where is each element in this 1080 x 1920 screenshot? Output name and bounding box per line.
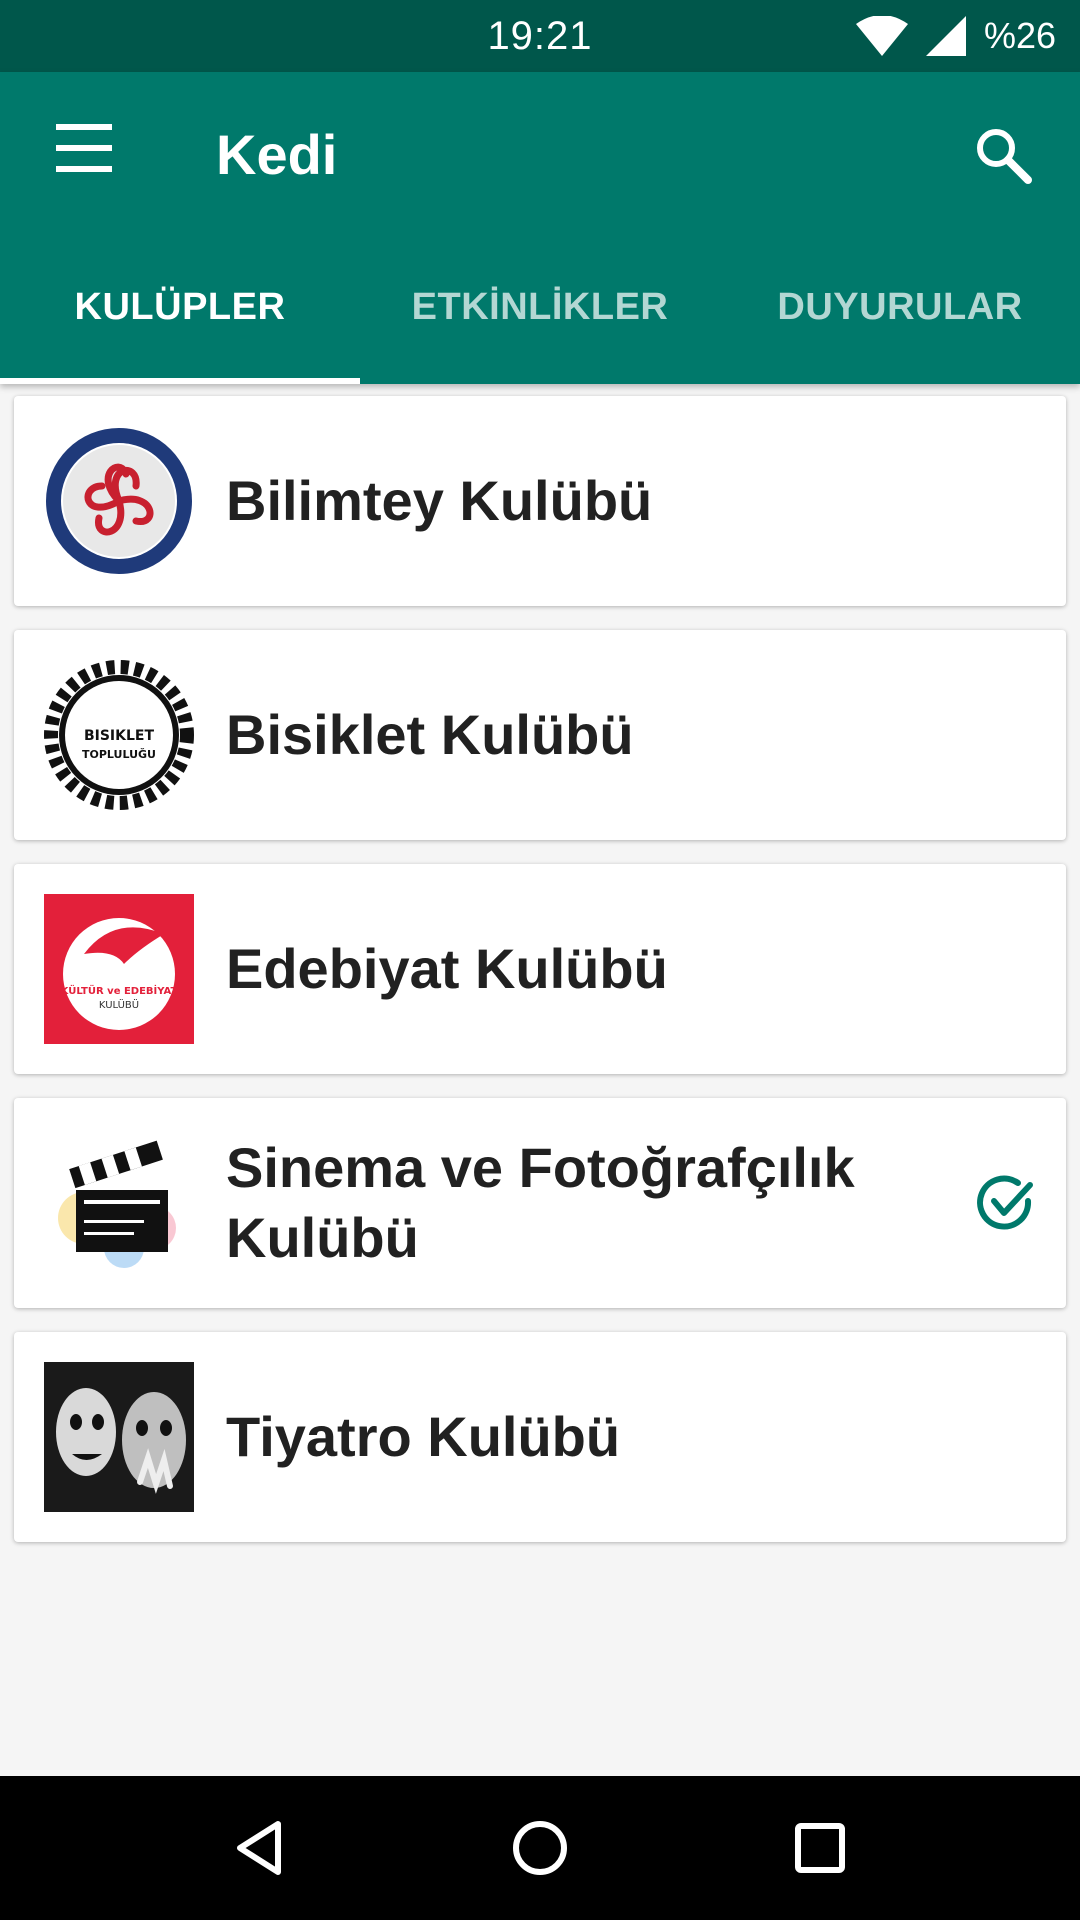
navigation-bar	[0, 1776, 1080, 1920]
app-bar: Kedi KULÜPLER ETKİNLİKLER DUYURULAR	[0, 72, 1080, 384]
club-item-sinema[interactable]: Sinema ve Fotoğrafçılık Kulübü	[14, 1098, 1066, 1308]
svg-text:KÜLTÜR ve EDEBİYAT: KÜLTÜR ve EDEBİYAT	[61, 983, 178, 997]
club-name: Sinema ve Fotoğrafçılık Kulübü	[226, 1136, 855, 1269]
svg-text:BISIKLET: BISIKLET	[84, 728, 155, 744]
club-name: Bisiklet Kulübü	[226, 703, 634, 766]
club-item-edebiyat[interactable]: KÜLTÜR ve EDEBİYAT KULÜBÜ Edebiyat Kulüb…	[14, 864, 1066, 1074]
clapperboard-logo	[58, 1140, 176, 1268]
svg-text:KULÜBÜ: KULÜBÜ	[99, 998, 139, 1011]
recents-icon	[795, 1823, 845, 1873]
recents-button[interactable]	[780, 1808, 860, 1888]
tab-etkinlikler[interactable]: ETKİNLİKLER	[360, 240, 720, 384]
status-bar: 19:21 %26	[0, 0, 1080, 72]
mime-photo	[44, 1362, 194, 1512]
club-name: Bilimtey Kulübü	[226, 469, 653, 532]
club-name: Edebiyat Kulübü	[226, 937, 668, 1000]
home-icon	[513, 1821, 567, 1875]
menu-icon[interactable]	[44, 124, 124, 172]
edebiyat-logo: KÜLTÜR ve EDEBİYAT KULÜBÜ	[44, 894, 194, 1044]
signal-icon	[925, 16, 966, 56]
bilimtey-logo	[46, 428, 192, 574]
home-button[interactable]	[500, 1808, 580, 1888]
status-icons: %26	[855, 12, 1056, 60]
tab-duyurular[interactable]: DUYURULAR	[720, 240, 1080, 384]
back-icon	[237, 1821, 281, 1875]
club-list: Bilimtey Kulübü BISIKLET TOPLULUĞU Bisik…	[14, 396, 1066, 1566]
app-title: Kedi	[216, 123, 338, 186]
club-name: Tiyatro Kulübü	[226, 1405, 621, 1468]
wifi-icon	[855, 16, 908, 56]
tab-kulupler[interactable]: KULÜPLER	[0, 240, 360, 384]
club-item-bilimtey[interactable]: Bilimtey Kulübü	[14, 396, 1066, 606]
club-item-bisiklet[interactable]: BISIKLET TOPLULUĞU Bisiklet Kulübü	[14, 630, 1066, 840]
tab-bar: KULÜPLER ETKİNLİKLER DUYURULAR	[0, 240, 1080, 384]
bisiklet-logo: BISIKLET TOPLULUĞU	[44, 660, 194, 810]
joined-check-icon	[977, 1175, 1033, 1230]
search-icon[interactable]	[970, 122, 1034, 186]
club-item-tiyatro[interactable]: Tiyatro Kulübü	[14, 1332, 1066, 1542]
back-button[interactable]	[220, 1808, 300, 1888]
battery-percentage: %26	[983, 15, 1056, 56]
svg-text:TOPLULUĞU: TOPLULUĞU	[82, 748, 156, 761]
